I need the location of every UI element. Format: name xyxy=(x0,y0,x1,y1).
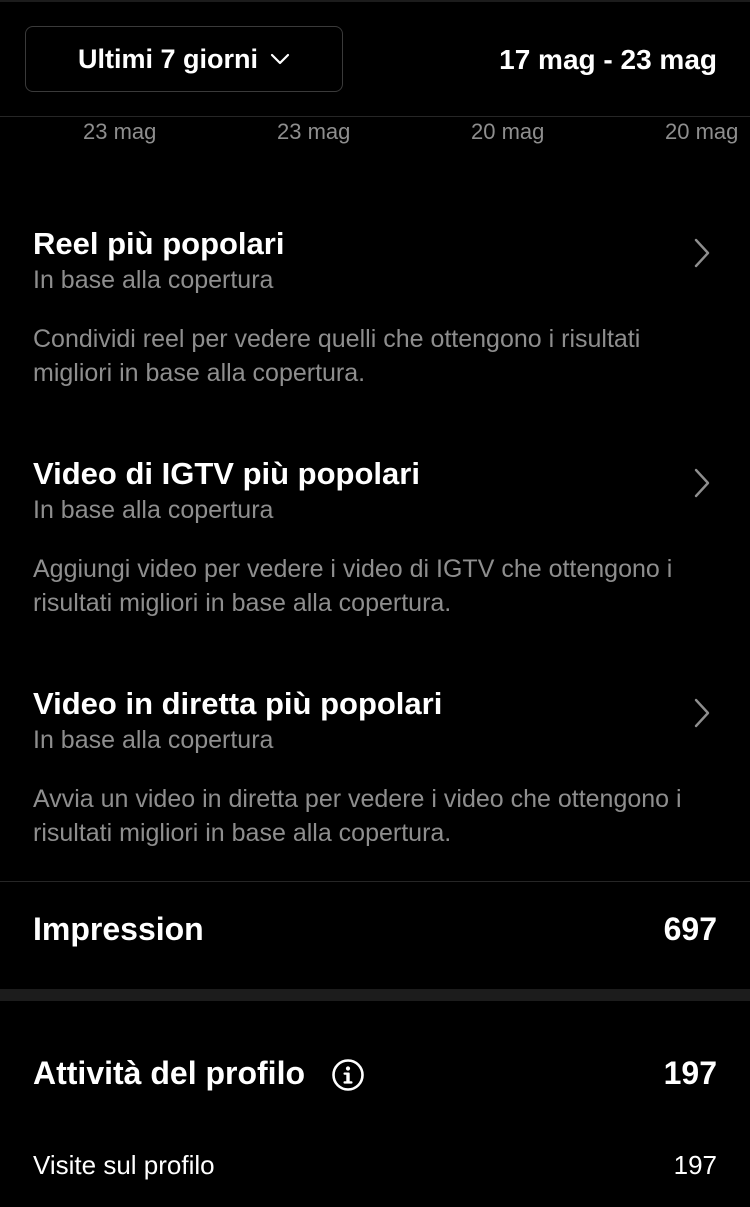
section-divider xyxy=(0,881,750,882)
chevron-down-icon xyxy=(270,53,290,65)
impressions-value: 697 xyxy=(663,911,717,947)
top-reels-section[interactable]: Reel più popolari In base alla copertura… xyxy=(0,226,750,396)
section-title: Video in diretta più popolari xyxy=(33,686,443,721)
top-igtv-videos-section[interactable]: Video di IGTV più popolari In base alla … xyxy=(0,456,750,626)
content-date-label: 23 mag xyxy=(277,119,351,144)
profile-visits-row: Visite sul profilo 197 xyxy=(0,1150,750,1184)
content-date-label: 23 mag xyxy=(83,119,157,144)
impressions-row: Impression 697 xyxy=(0,911,750,951)
chevron-right-icon xyxy=(694,468,710,498)
profile-visits-label: Visite sul profilo xyxy=(33,1150,215,1180)
profile-visits-value: 197 xyxy=(673,1150,717,1180)
section-subtitle: In base alla copertura xyxy=(33,726,274,754)
content-date-label: 20 mag xyxy=(471,119,545,144)
chevron-right-icon xyxy=(694,698,710,728)
impressions-label: Impression xyxy=(33,911,204,947)
insights-header: Ultimi 7 giorni 17 mag - 23 mag xyxy=(0,0,750,117)
section-title: Reel più popolari xyxy=(33,226,285,261)
profile-activity-label: Attività del profilo xyxy=(33,1055,305,1091)
date-range-label: 17 mag - 23 mag xyxy=(499,44,717,75)
top-live-videos-section[interactable]: Video in diretta più popolari In base al… xyxy=(0,686,750,856)
section-subtitle: In base alla copertura xyxy=(33,266,274,294)
section-description: Condividi reel per vedere quelli che ott… xyxy=(33,325,641,387)
info-icon[interactable] xyxy=(331,1058,365,1092)
content-date-label: 20 mag xyxy=(665,119,739,144)
section-description: Avvia un video in diretta per vedere i v… xyxy=(33,785,682,847)
date-range-dropdown-button[interactable]: Ultimi 7 giorni xyxy=(25,26,343,92)
profile-activity-value: 197 xyxy=(663,1055,717,1091)
profile-activity-row: Attività del profilo 197 xyxy=(0,1055,750,1095)
section-description: Aggiungi video per vedere i video di IGT… xyxy=(33,555,673,617)
content-date-strip: 23 mag 23 mag 20 mag 20 mag xyxy=(0,117,750,147)
section-separator xyxy=(0,989,750,1001)
date-range-dropdown-label: Ultimi 7 giorni xyxy=(77,43,258,74)
chevron-right-icon xyxy=(694,238,710,268)
section-title: Video di IGTV più popolari xyxy=(33,456,420,491)
section-subtitle: In base alla copertura xyxy=(33,496,274,524)
